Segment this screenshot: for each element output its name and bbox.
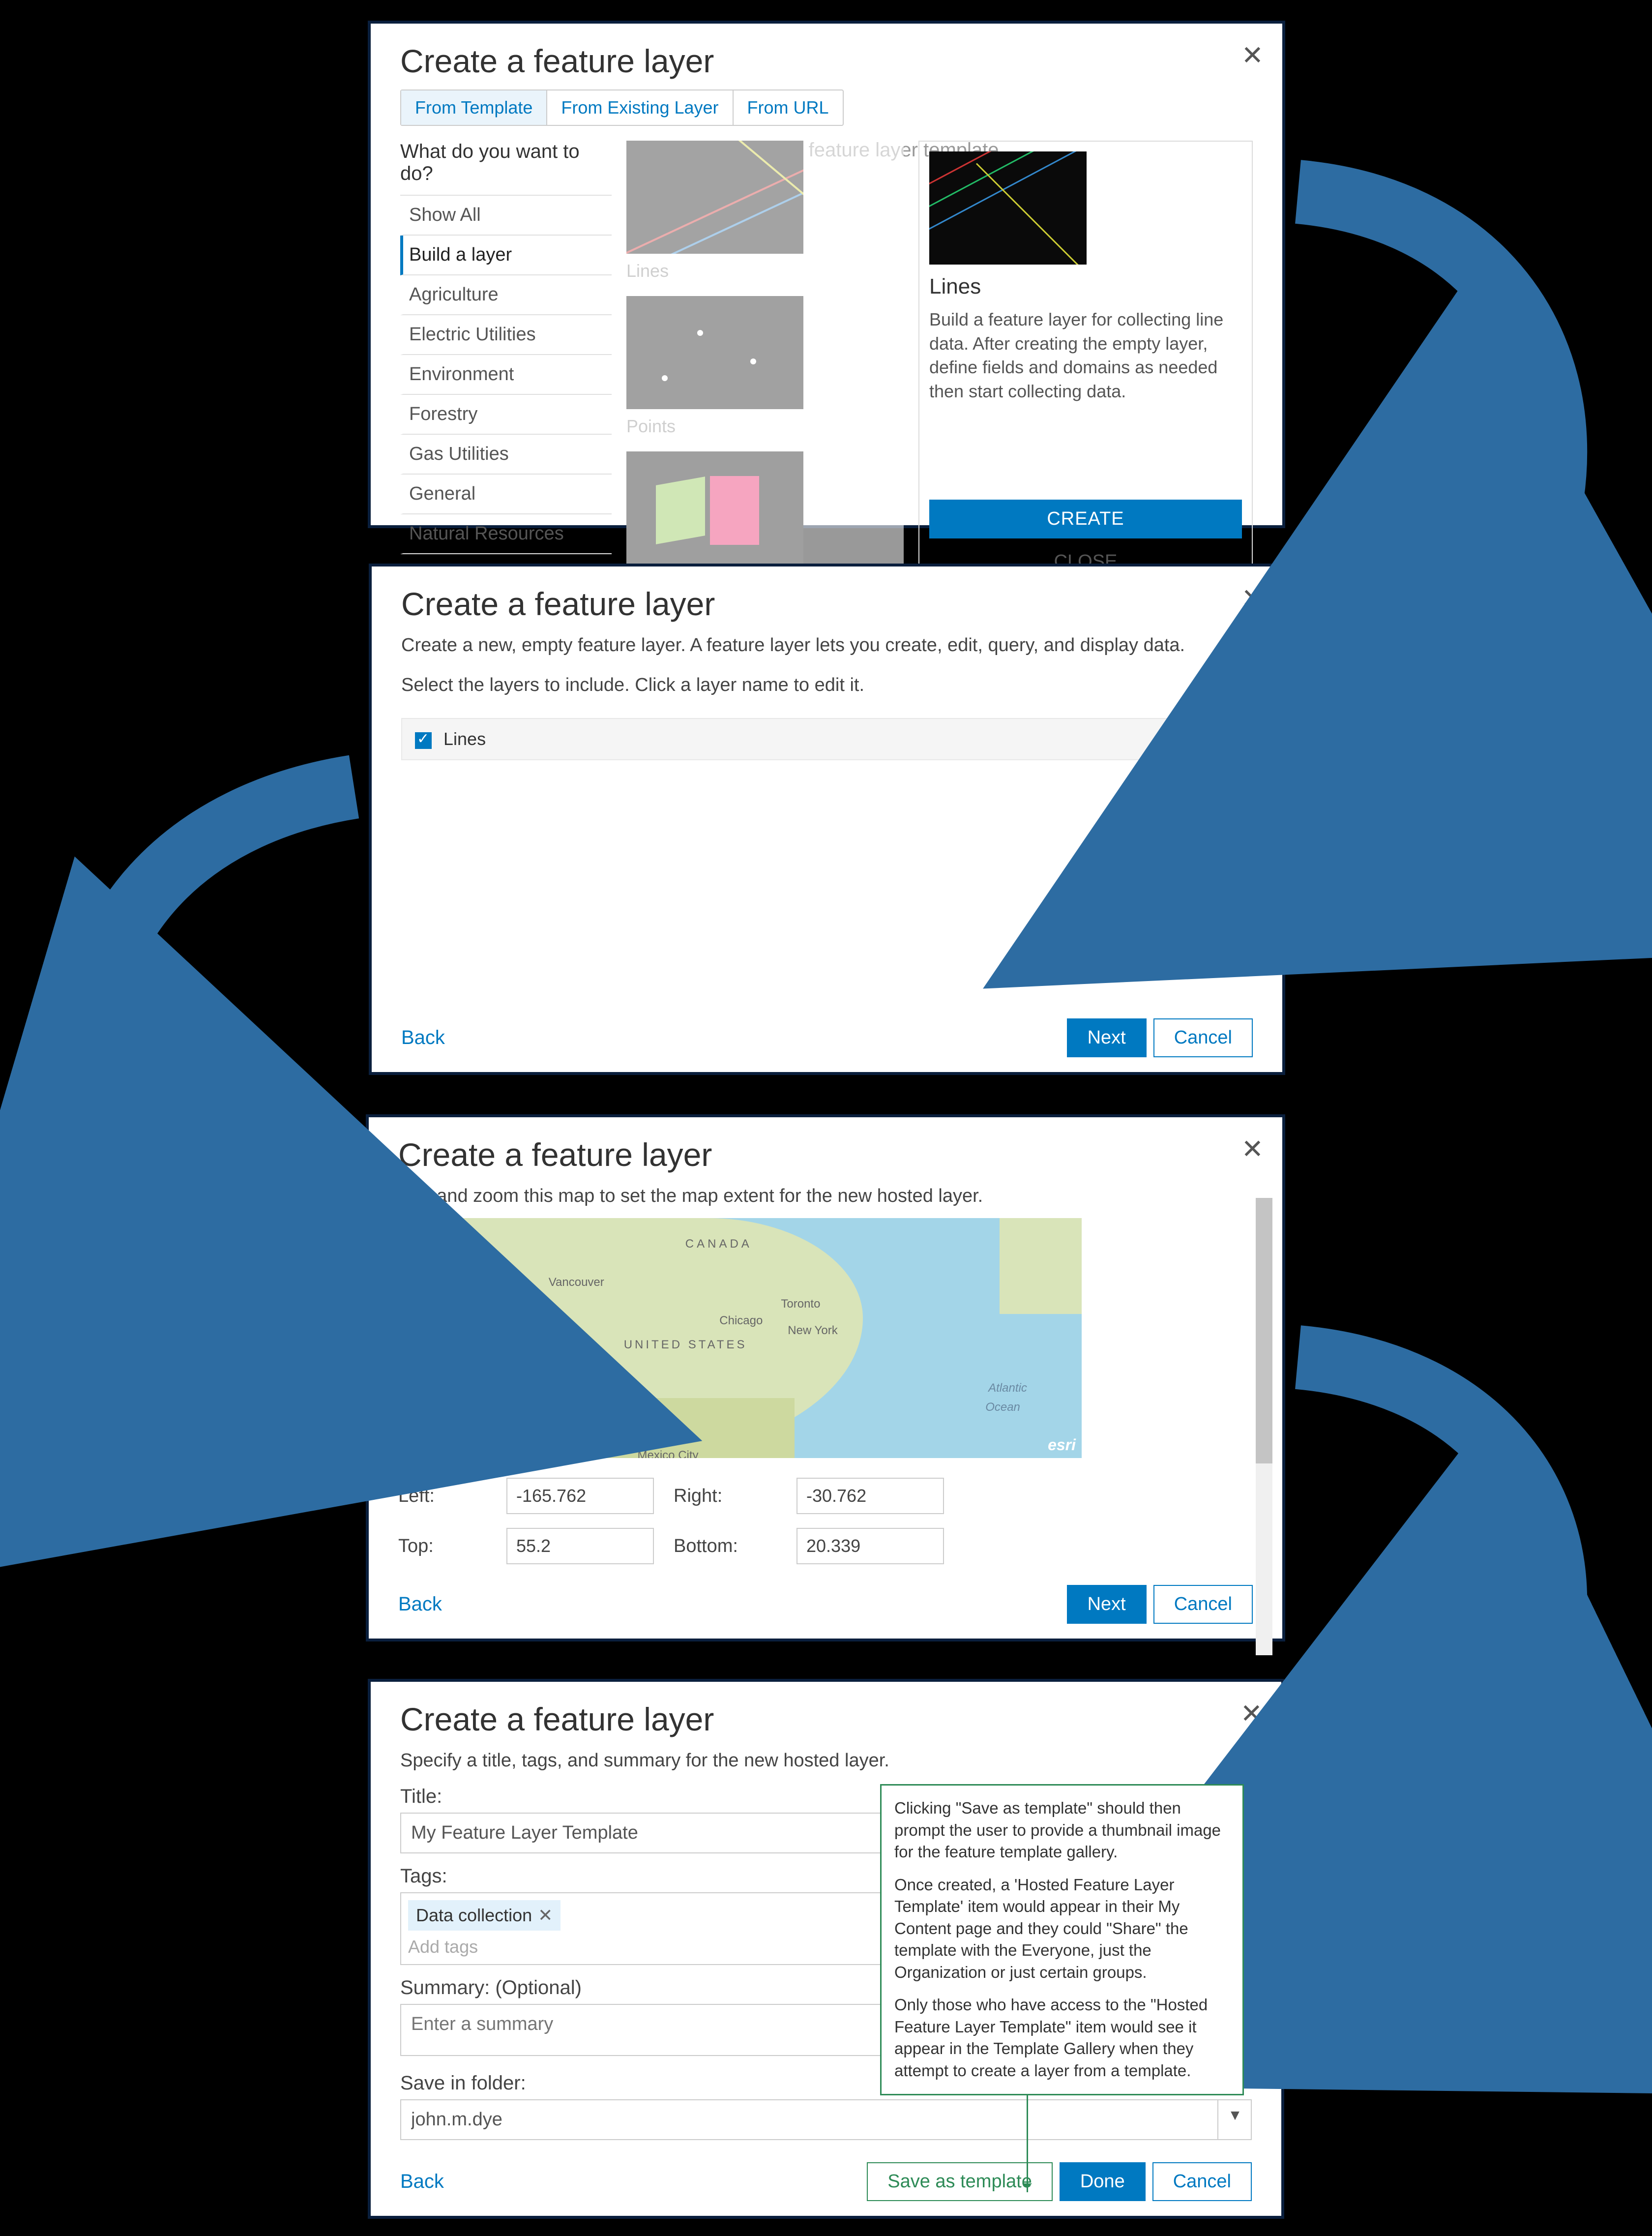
save-as-template-button[interactable]: Save as template — [867, 2162, 1053, 2201]
dialog-create-layer-step2: Create a feature layer ✕ Create a new, e… — [369, 564, 1285, 1075]
back-link[interactable]: Back — [401, 1027, 445, 1049]
cat-build-layer[interactable]: Build a layer — [400, 236, 612, 275]
tag-chip[interactable]: Data collection✕ — [408, 1900, 560, 1931]
done-button[interactable]: Done — [1060, 2162, 1146, 2201]
template-detail-panel: Lines Build a feature layer for collecti… — [918, 141, 1253, 592]
scrollbar[interactable] — [1256, 1198, 1272, 1655]
template-points-label: Points — [626, 416, 803, 437]
cancel-button[interactable]: Cancel — [1152, 2162, 1252, 2201]
zoom-in-button[interactable]: + — [407, 1227, 434, 1255]
template-points[interactable]: Points — [626, 296, 803, 437]
label-bottom: Bottom: — [674, 1536, 777, 1557]
cat-general[interactable]: General — [400, 475, 612, 514]
template-detail-title: Lines — [929, 274, 1242, 299]
map-label-newyork: New York — [788, 1324, 837, 1338]
template-lines[interactable]: Lines — [626, 141, 803, 281]
cat-show-all[interactable]: Show All — [400, 196, 612, 236]
map-label-us: UNITED STATES — [624, 1338, 747, 1352]
flow-arrow-1 — [1278, 172, 1652, 861]
layer-include-row[interactable]: Lines — [401, 718, 1253, 760]
callout-p2: Once created, a 'Hosted Feature Layer Te… — [894, 1874, 1230, 1984]
dialog-title: Create a feature layer — [369, 1117, 1282, 1183]
instructions: Pan and zoom this map to set the map ext… — [369, 1183, 1282, 1209]
layer-name[interactable]: Lines — [443, 729, 486, 749]
map-label-atlantic1: Atlantic — [988, 1381, 1027, 1395]
label-top: Top: — [398, 1536, 487, 1557]
map-label-toronto: Toronto — [781, 1297, 820, 1311]
zoom-control: + − — [406, 1226, 435, 1285]
map-label-mexicocity: Mexico City — [638, 1449, 699, 1459]
label-left: Left: — [398, 1486, 487, 1507]
cancel-button[interactable]: Cancel — [1153, 1585, 1253, 1624]
layer-checkbox[interactable] — [415, 732, 432, 749]
dialog-title: Create a feature layer — [371, 1682, 1281, 1748]
category-question: What do you want to do? — [400, 141, 612, 185]
close-icon[interactable]: ✕ — [1241, 1136, 1264, 1163]
map-label-mx: MEXICO — [624, 1430, 685, 1443]
map-label-vancouver: Vancouver — [549, 1276, 604, 1289]
input-right[interactable] — [796, 1478, 944, 1514]
folder-dropdown-icon[interactable]: ▼ — [1217, 2099, 1252, 2140]
extent-map[interactable]: CANADA UNITED STATES MEXICO Vancouver Ch… — [398, 1218, 1082, 1458]
input-folder[interactable] — [400, 2099, 1252, 2140]
cat-gas[interactable]: Gas Utilities — [400, 435, 612, 475]
cat-forestry[interactable]: Forestry — [400, 395, 612, 435]
category-list: Show All Build a layer Agriculture Elect… — [400, 195, 612, 554]
annotation-callout: Clicking "Save as template" should then … — [880, 1784, 1244, 2095]
instructions-line1: Create a new, empty feature layer. A fea… — [372, 632, 1282, 658]
dialog-title: Create a feature layer — [372, 566, 1282, 632]
close-icon[interactable]: ✕ — [1241, 585, 1264, 612]
back-link[interactable]: Back — [400, 2171, 444, 2193]
remove-tag-icon[interactable]: ✕ — [538, 1905, 553, 1925]
callout-p1: Clicking "Save as template" should then … — [894, 1797, 1230, 1863]
cat-electric[interactable]: Electric Utilities — [400, 315, 612, 355]
map-label-atlantic2: Ocean — [985, 1401, 1020, 1414]
tab-from-template[interactable]: From Template — [401, 90, 547, 125]
scrollbar-thumb[interactable] — [1256, 1198, 1272, 1463]
cat-natural[interactable]: Natural Resources — [400, 514, 612, 554]
input-top[interactable] — [506, 1528, 654, 1564]
label-right: Right: — [674, 1486, 777, 1507]
template-detail-desc: Build a feature layer for collecting lin… — [929, 308, 1242, 403]
instructions-line2: Select the layers to include. Click a la… — [372, 672, 1282, 698]
close-icon[interactable]: ✕ — [1240, 1700, 1263, 1727]
close-icon[interactable]: ✕ — [1241, 42, 1264, 69]
map-label-chicago: Chicago — [719, 1314, 763, 1328]
zoom-out-button[interactable]: − — [407, 1255, 434, 1284]
dialog-create-layer-step3: Create a feature layer ✕ Pan and zoom th… — [366, 1114, 1285, 1641]
next-button[interactable]: Next — [1067, 1585, 1147, 1624]
instructions: Specify a title, tags, and summary for t… — [371, 1748, 1281, 1774]
dialog-create-layer-step1: Create a feature layer ✕ From Template F… — [368, 21, 1285, 528]
template-lines-label: Lines — [626, 261, 803, 281]
map-label-canada: CANADA — [685, 1237, 752, 1251]
input-left[interactable] — [506, 1478, 654, 1514]
dialog-title: Create a feature layer — [371, 24, 1282, 89]
map-label-la: Los Angeles — [535, 1381, 599, 1395]
map-credits: esri — [1048, 1436, 1076, 1454]
back-link[interactable]: Back — [398, 1593, 442, 1615]
create-button[interactable]: CREATE — [929, 500, 1242, 538]
map-label-sf: San Francisco — [501, 1352, 576, 1366]
category-column: What do you want to do? Show All Build a… — [400, 141, 612, 592]
tab-from-existing[interactable]: From Existing Layer — [547, 90, 733, 125]
cat-agriculture[interactable]: Agriculture — [400, 275, 612, 315]
flow-arrow-2 — [0, 767, 374, 1406]
flow-arrow-3 — [1278, 1338, 1652, 1977]
input-bottom[interactable] — [796, 1528, 944, 1564]
template-preview-image — [929, 151, 1087, 265]
tab-from-url[interactable]: From URL — [734, 90, 843, 125]
callout-p3: Only those who have access to the "Hoste… — [894, 1994, 1230, 2082]
extent-coords: Left: Right: Top: Bottom: — [398, 1478, 1253, 1564]
cat-environment[interactable]: Environment — [400, 355, 612, 395]
cancel-button[interactable]: Cancel — [1153, 1018, 1253, 1057]
template-thumbnails: Lines Points Polygons — [626, 141, 904, 592]
source-tabs: From Template From Existing Layer From U… — [400, 89, 844, 126]
next-button[interactable]: Next — [1067, 1018, 1147, 1057]
